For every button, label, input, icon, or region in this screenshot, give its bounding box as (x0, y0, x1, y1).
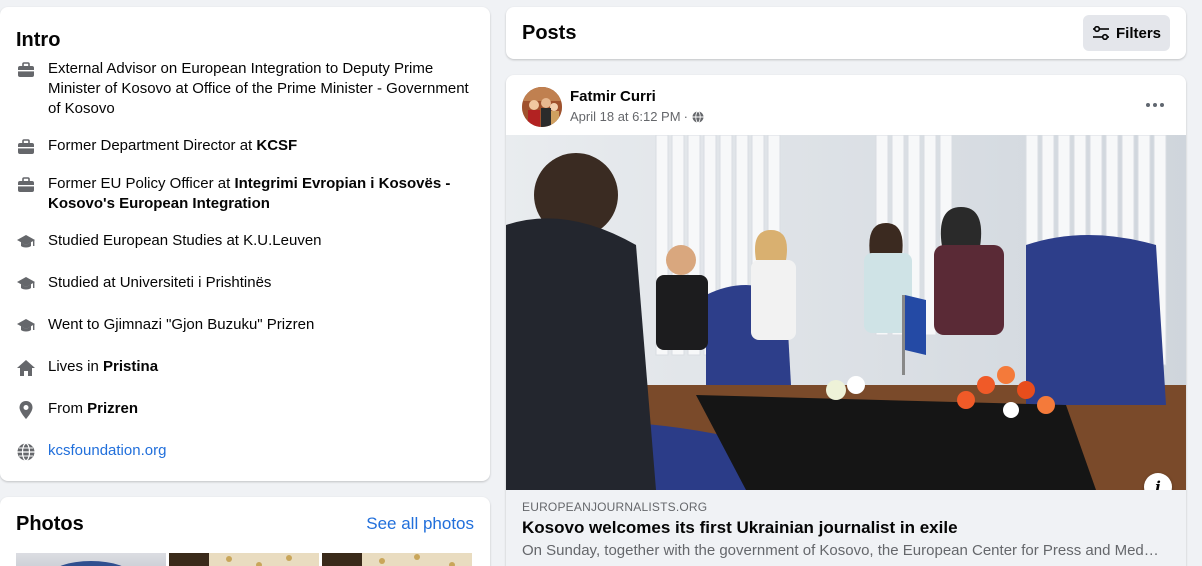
photo-thumbnail[interactable] (169, 553, 319, 566)
avatar[interactable] (522, 87, 562, 127)
intro-item-place[interactable]: Prizren (87, 400, 138, 417)
intro-item-lives-in: Lives in Pristina (16, 357, 476, 378)
photos-title: Photos (16, 513, 84, 535)
link-preview[interactable]: EUROPEANJOURNALISTS.ORG Kosovo welcomes … (506, 490, 1186, 566)
dot (1153, 103, 1157, 107)
link-description: On Sunday, together with the government … (522, 542, 1162, 559)
post-image-illustration (506, 135, 1186, 490)
posts-header-card: Posts Filters (506, 7, 1186, 59)
intro-card: Intro External Advisor on European Integ… (0, 7, 490, 481)
filters-label: Filters (1115, 24, 1161, 42)
avatar-image (522, 87, 562, 127)
intro-item-from: From Prizren (16, 399, 476, 420)
intro-item-text: Lives in (48, 358, 104, 375)
globe-icon (692, 110, 704, 123)
photos-card: Photos See all photos (0, 497, 490, 566)
intro-title: Intro (16, 29, 61, 51)
graduation-cap-icon (17, 235, 35, 248)
intro-item-work-1: External Advisor on European Integration… (16, 59, 476, 119)
globe-icon (17, 442, 35, 462)
post-card: Fatmir Curri April 18 at 6:12 PM · i EUR… (506, 75, 1186, 566)
photo-thumbnail-image (169, 553, 292, 566)
dot (1160, 103, 1164, 107)
intro-item-org[interactable]: KCSF (256, 137, 297, 154)
photo-thumbnail[interactable] (322, 553, 472, 566)
location-pin-icon (19, 401, 33, 419)
intro-item-work-3: Former EU Policy Officer at Integrimi Ev… (16, 174, 476, 214)
intro-item-text: Studied at Universiteti i Prishtinës (48, 274, 272, 291)
photo-thumbnail-image (60, 561, 122, 566)
photo-thumbnail[interactable] (16, 553, 166, 566)
post-timestamp[interactable]: April 18 at 6:12 PM (570, 109, 681, 124)
briefcase-icon (18, 177, 34, 192)
graduation-cap-icon (17, 319, 35, 332)
intro-item-work-2: Former Department Director at KCSF (16, 136, 476, 157)
graduation-cap-icon (17, 277, 35, 290)
photo-thumbnail-image (322, 553, 455, 566)
intro-item-education-3: Went to Gjimnazi "Gjon Buzuku" Prizren (16, 315, 476, 336)
more-options-button[interactable] (1140, 93, 1170, 117)
link-headline[interactable]: Kosovo welcomes its first Ukrainian jour… (522, 518, 958, 538)
intro-item-place[interactable]: Pristina (103, 358, 158, 375)
dot (1146, 103, 1150, 107)
posts-title: Posts (522, 22, 577, 44)
filters-button[interactable]: Filters (1083, 15, 1170, 51)
link-domain: EUROPEANJOURNALISTS.ORG (522, 500, 708, 514)
post-meta: April 18 at 6:12 PM · (570, 109, 704, 124)
intro-item-education-1: Studied European Studies at K.U.Leuven (16, 231, 476, 252)
intro-item-text: From (48, 400, 88, 417)
see-all-photos-link[interactable]: See all photos (366, 514, 474, 534)
intro-item-text: Former Department Director at (48, 137, 257, 154)
website-link[interactable]: kcsfoundation.org (48, 442, 166, 459)
intro-item-text: Went to Gjimnazi "Gjon Buzuku" Prizren (48, 316, 315, 333)
filters-icon (1092, 26, 1109, 40)
briefcase-icon (18, 139, 34, 154)
intro-item-text: External Advisor on European Integration… (48, 60, 469, 117)
meta-separator: · (683, 109, 688, 124)
briefcase-icon (18, 62, 34, 77)
post-image[interactable] (506, 135, 1186, 490)
home-icon (17, 360, 35, 376)
intro-item-text: Studied European Studies at K.U.Leuven (48, 232, 322, 249)
intro-item-education-2: Studied at Universiteti i Prishtinës (16, 273, 476, 294)
post-author[interactable]: Fatmir Curri (570, 88, 656, 105)
intro-item-website: kcsfoundation.org (16, 441, 476, 462)
intro-item-text: Former EU Policy Officer at (48, 175, 235, 192)
